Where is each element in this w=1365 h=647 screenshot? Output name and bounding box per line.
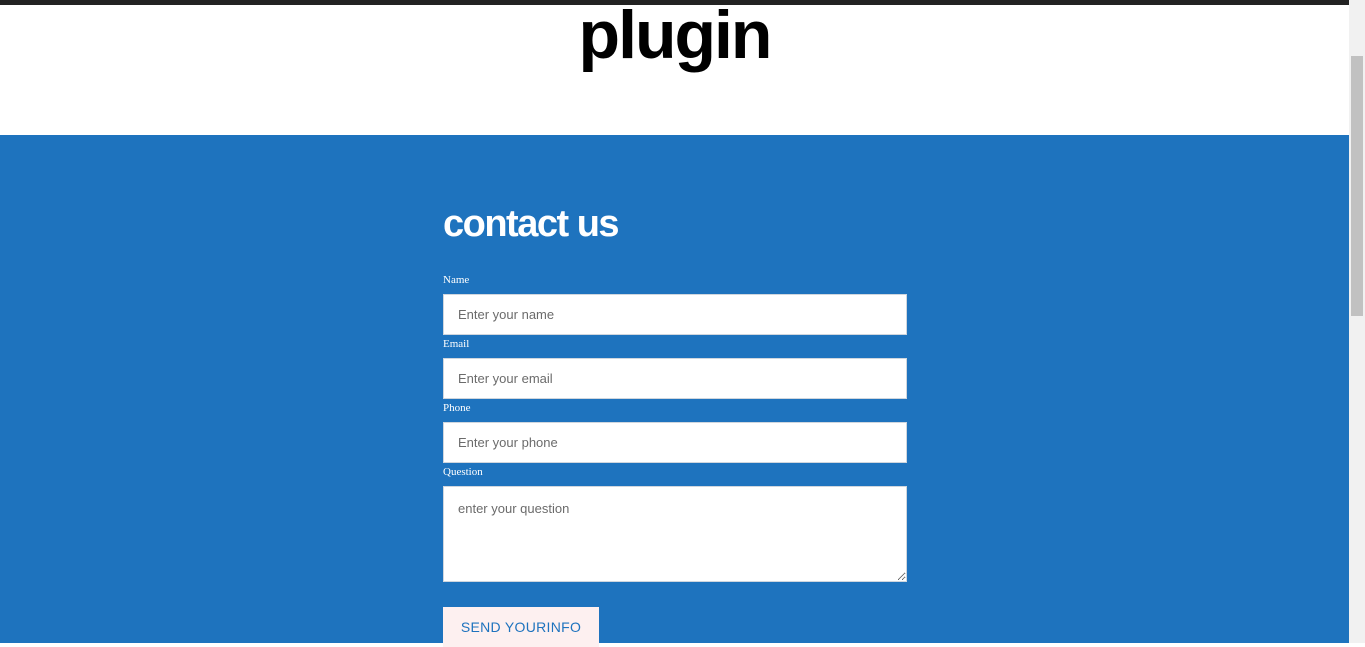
phone-label: Phone xyxy=(443,402,471,414)
scrollbar-thumb[interactable] xyxy=(1351,56,1363,316)
contact-heading: contact us xyxy=(443,203,620,245)
name-label: Name xyxy=(443,274,470,286)
question-textarea[interactable] xyxy=(443,486,907,582)
name-input[interactable] xyxy=(443,294,907,335)
send-info-button[interactable]: SEND YOURINFO xyxy=(443,607,599,647)
phone-input[interactable] xyxy=(443,422,907,463)
email-input[interactable] xyxy=(443,358,907,399)
email-label: Email xyxy=(443,338,470,350)
question-label: Question xyxy=(443,466,483,478)
page-scrollbar[interactable] xyxy=(1349,0,1365,643)
page-title: plugin xyxy=(578,0,773,73)
hero-section: plugin xyxy=(0,0,1349,135)
contact-section: contact us Name Email Phone Question SEN… xyxy=(0,135,1349,647)
